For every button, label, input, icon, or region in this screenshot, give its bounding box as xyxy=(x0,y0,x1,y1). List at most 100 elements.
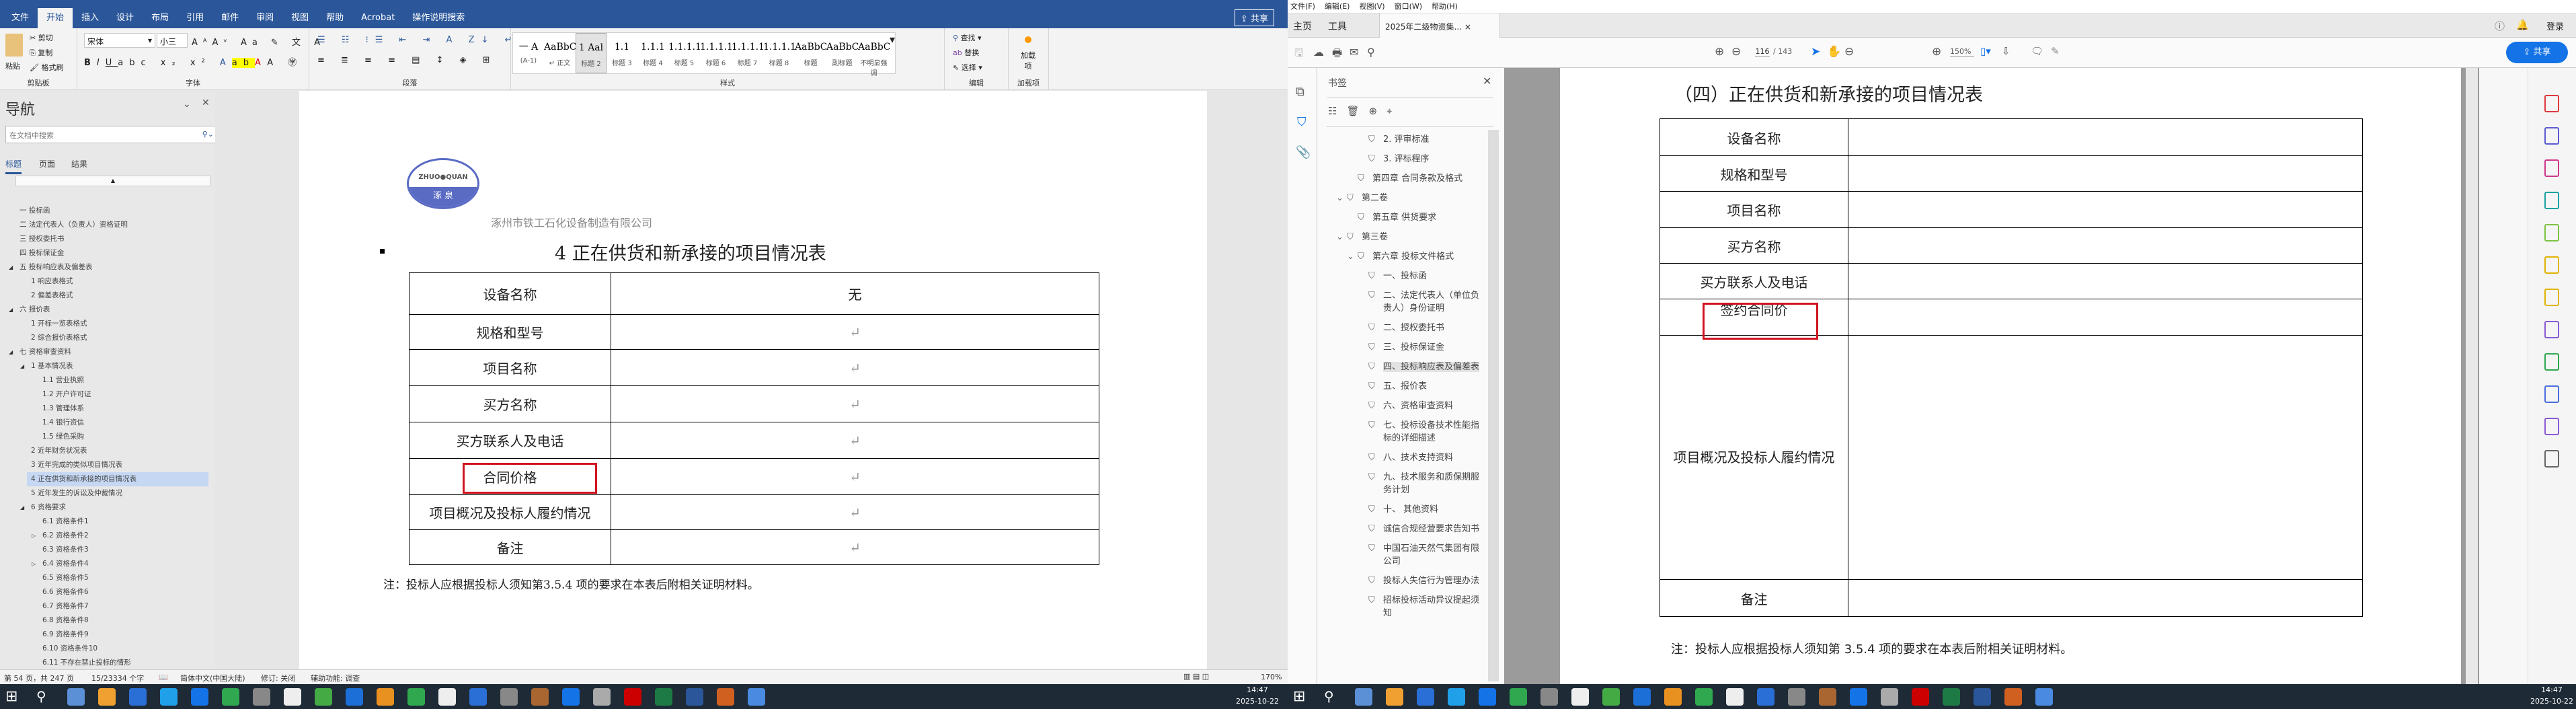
row-value[interactable] xyxy=(1848,299,2363,336)
tool-icon[interactable] xyxy=(2544,450,2559,468)
nav-tab-pages[interactable]: 页面 xyxy=(39,158,55,170)
bookmark-item[interactable]: ⛉ 二、授权委托书 xyxy=(1317,318,1487,338)
font-tools[interactable]: AᴬAᵛ Aa ✎ 文 A xyxy=(192,35,325,48)
nav-heading-item[interactable]: 6.10 资格条件10 xyxy=(0,642,215,656)
nav-heading-item[interactable]: 6.3 资格条件3 xyxy=(0,543,215,557)
bookmark-item[interactable]: ⛉ 六、资格审查资料 xyxy=(1317,396,1487,416)
row-label[interactable]: 设备名称 xyxy=(1660,118,1848,156)
font-format-buttons[interactable]: BIUabc x₂ x² AabAA ㊫ xyxy=(84,55,303,68)
search-icon[interactable]: ⚲⌄ xyxy=(202,130,214,139)
tool-icon[interactable] xyxy=(2544,159,2559,177)
nav-heading-item[interactable]: 6.7 资格条件7 xyxy=(0,599,215,613)
format-painter-button[interactable]: 🖌 格式刷 xyxy=(30,62,63,73)
row-label[interactable]: 项目名称 xyxy=(409,349,611,386)
taskbar-app-icon[interactable] xyxy=(1912,688,1929,706)
expanded-triangle-icon[interactable]: ◢ xyxy=(9,303,13,317)
accessibility[interactable]: 辅助功能: 调查 xyxy=(311,673,360,683)
row-label[interactable]: 项目概况及投标人履约情况 xyxy=(409,494,611,530)
ribbon-tab[interactable]: 插入 xyxy=(73,8,108,28)
row-label[interactable]: 买方名称 xyxy=(409,385,611,422)
nav-heading-item[interactable]: ◢ 七 资格审查资料 xyxy=(0,345,215,359)
nav-heading-item[interactable]: ▷ 6.2 资格条件2 xyxy=(0,529,215,543)
row-label[interactable]: 买方名称 xyxy=(1660,227,1848,264)
clock-time[interactable]: 14:47 xyxy=(2528,685,2575,694)
word-count[interactable]: 15/23334 个字 xyxy=(91,673,144,683)
bookmark-item[interactable]: ⛉ 五、报价表 xyxy=(1317,377,1487,396)
menu-item[interactable]: 窗口(W) xyxy=(1395,0,1422,13)
nav-heading-item[interactable]: 6.8 资格条件8 xyxy=(0,613,215,628)
nav-heading-item[interactable]: 3 近年完成的类似项目情况表 xyxy=(0,458,215,472)
style-item[interactable]: AaBbCcD 不明显强调 xyxy=(858,33,890,77)
row-value[interactable] xyxy=(1848,263,2363,299)
row-label[interactable]: 买方联系人及电话 xyxy=(1660,263,1848,299)
paste-button[interactable]: 粘贴 xyxy=(5,61,20,71)
taskbar-app-icon[interactable] xyxy=(438,688,456,706)
taskbar-app-icon[interactable] xyxy=(624,688,641,706)
taskbar-app-icon[interactable] xyxy=(160,688,178,706)
style-item[interactable]: 1.1.1 标题 4 xyxy=(637,33,668,73)
taskbar-app-icon[interactable] xyxy=(1448,688,1465,706)
select-button[interactable]: ⇖ 选择 ▾ xyxy=(953,62,982,73)
tool-icon[interactable] xyxy=(2544,385,2559,403)
row-value[interactable]: ↵ xyxy=(611,314,1099,350)
nav-heading-item[interactable]: ◢ 五 投标响应表及偏差表 xyxy=(0,260,215,274)
taskbar-app-icon[interactable] xyxy=(407,688,425,706)
taskbar-app-icon[interactable] xyxy=(315,688,332,706)
bell-icon[interactable]: 🔔 xyxy=(2516,19,2529,31)
bookmark-item[interactable]: ⛉ 第四章 合同条款及格式 xyxy=(1317,169,1487,188)
nav-heading-item[interactable]: 1.4 银行资信 xyxy=(0,416,215,430)
style-item[interactable]: AaBbC 副标题 xyxy=(826,33,858,73)
tool-icon[interactable] xyxy=(2544,192,2559,209)
taskbar-app-icon[interactable] xyxy=(531,688,549,706)
nav-heading-item[interactable]: 6.9 资格条件9 xyxy=(0,628,215,642)
bookmark-item[interactable]: ⌄ ⛉ 第三卷 xyxy=(1317,227,1487,247)
login-link[interactable]: 登录 xyxy=(2546,20,2564,32)
bookmark-item[interactable]: ⛉ 一、投标函 xyxy=(1317,266,1487,286)
row-label[interactable]: 设备名称 xyxy=(409,272,611,315)
taskbar-app-icon[interactable] xyxy=(1386,688,1403,706)
find-button[interactable]: ⚲ 查找 ▾ xyxy=(953,32,982,43)
row-value[interactable]: ↵ xyxy=(611,422,1099,459)
expanded-triangle-icon[interactable]: ◢ xyxy=(9,260,13,274)
style-item[interactable]: 1.1.1.1 标题 6 xyxy=(700,33,732,73)
font-size-combo[interactable]: 小三 xyxy=(157,33,188,48)
nav-heading-item[interactable]: ◢ 六 报价表 xyxy=(0,303,215,317)
row-value[interactable] xyxy=(1848,118,2363,156)
chevron-down-icon[interactable]: ⌄ xyxy=(1336,231,1343,244)
email-icon[interactable]: ✉ xyxy=(1350,46,1358,59)
nav-heading-item[interactable]: 1 开标一览表格式 xyxy=(0,317,215,331)
row-value[interactable] xyxy=(1848,155,2363,192)
clock-date[interactable]: 2025-10-22 xyxy=(1234,697,1281,706)
copy-button[interactable]: ⎘ 复制 xyxy=(30,47,52,58)
taskbar-app-icon[interactable] xyxy=(1788,688,1805,706)
nav-tab-headings[interactable]: 标题 xyxy=(5,158,22,174)
taskbar-app-icon[interactable] xyxy=(222,688,239,706)
row-value[interactable] xyxy=(1848,335,2363,580)
taskbar-app-icon[interactable] xyxy=(2004,688,2022,706)
nav-heading-item[interactable]: 1.5 绿色采购 xyxy=(0,430,215,444)
ribbon-tab[interactable]: 操作说明搜索 xyxy=(403,8,473,28)
language[interactable]: 简体中文(中国大陆) xyxy=(180,673,245,683)
tool-icon[interactable] xyxy=(2544,418,2559,435)
ribbon-tab[interactable]: 布局 xyxy=(143,8,178,28)
nav-tab-results[interactable]: 结果 xyxy=(71,158,87,170)
row-label[interactable]: 规格和型号 xyxy=(1660,155,1848,192)
nav-heading-item[interactable]: 一 投标函 xyxy=(0,204,215,218)
taskbar-app-icon[interactable] xyxy=(191,688,208,706)
style-item[interactable]: 1.1.1.1 标题 7 xyxy=(732,33,763,73)
share-button[interactable]: ⇪ 共享 xyxy=(2506,42,2568,63)
upload-cloud-icon[interactable]: ☁ xyxy=(1313,46,1324,59)
nav-heading-item[interactable]: 1.3 管理体系 xyxy=(0,402,215,416)
gallery-more-button[interactable]: ▾ xyxy=(890,33,895,73)
chevron-down-icon[interactable]: ⌄ xyxy=(183,99,191,110)
paste-icon[interactable] xyxy=(5,34,23,57)
pen-icon[interactable]: ✎ xyxy=(2051,45,2060,57)
tool-icon[interactable] xyxy=(2544,321,2559,338)
tab-document[interactable]: 2025年二级物资集... × xyxy=(1379,13,1500,38)
taskbar-app-icon[interactable] xyxy=(1355,688,1372,706)
select-cursor-icon[interactable]: ➤ xyxy=(1811,45,1820,59)
search-icon[interactable]: ⚲ xyxy=(36,688,54,706)
tool-icon[interactable] xyxy=(2544,353,2559,371)
row-value[interactable]: 无 xyxy=(611,272,1099,315)
style-item[interactable]: 一 A (A-1) xyxy=(513,33,544,73)
